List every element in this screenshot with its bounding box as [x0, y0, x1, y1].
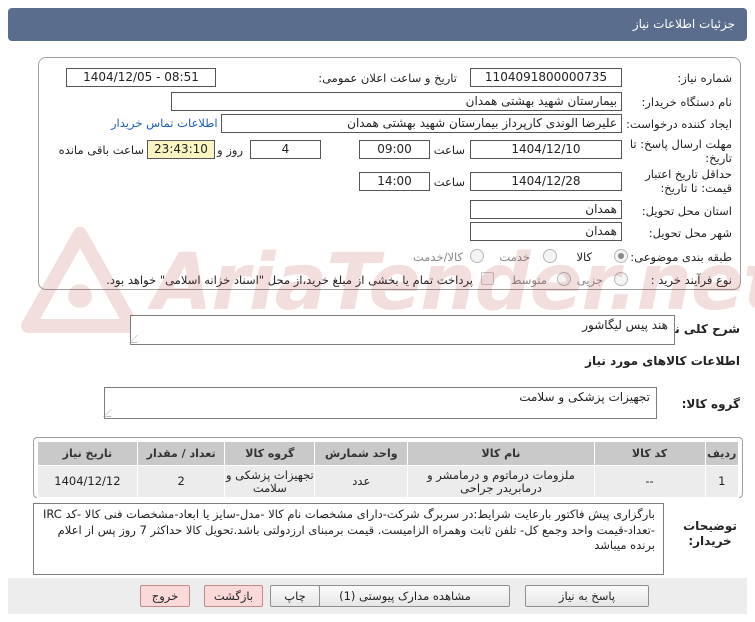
cell-name: ملزومات درماتوم و درمامشر و درمابریدر جر… — [407, 465, 595, 498]
treasury-payment-checkbox[interactable] — [481, 272, 494, 285]
days-label: روز و — [217, 143, 243, 157]
need-number-field: 1104091800000735 — [470, 68, 622, 87]
col-name: نام کالا — [407, 441, 595, 466]
col-group: گروه کالا — [224, 441, 316, 466]
col-date: تاریخ نیاز — [37, 441, 138, 466]
process-minor-radio[interactable] — [614, 272, 628, 286]
print-button[interactable]: چاپ — [270, 585, 320, 607]
treasury-payment-note: پرداخت تمام یا بخشی از مبلغ خرید،از محل … — [106, 273, 473, 287]
need-number-label: شماره نیاز: — [677, 71, 732, 85]
province-label: استان محل تحویل: — [641, 204, 732, 218]
summary-field: هند پیس لیگاشور — [129, 315, 675, 345]
category-service-label: خدمت — [499, 250, 530, 264]
creator-field: علیرضا الوندی کارپرداز بیمارستان شهید به… — [221, 114, 622, 133]
city-field: همدان — [470, 222, 622, 241]
exit-button[interactable]: خروج — [140, 585, 190, 607]
category-goods-label: کالا — [576, 250, 592, 264]
buyer-notes-label: توضیحات خریدار: — [683, 519, 737, 548]
reply-button[interactable]: پاسخ به نیاز — [525, 585, 649, 607]
cell-group: تجهیزات پزشکی و سلامت — [224, 465, 316, 498]
items-table: ردیف کد کالا نام کالا واحد شمارش گروه کا… — [37, 441, 739, 498]
deadline-time-field: 09:00 — [359, 140, 430, 159]
category-label: طبقه بندی موضوعی: — [630, 250, 732, 264]
cell-qty: 2 — [136, 465, 226, 498]
view-attachments-button[interactable]: مشاهده مدارک پیوستی (1) — [300, 585, 510, 607]
announce-date-field: 1404/12/05 - 08:51 — [66, 68, 216, 87]
col-unit: واحد شمارش — [314, 441, 409, 466]
buyer-label: نام دستگاه خریدار: — [641, 95, 732, 109]
process-label: نوع فرآیند خرید : — [650, 273, 732, 287]
goods-group-text: تجهیزات پزشکی و سلامت — [519, 390, 650, 404]
deadline-label-line2: تاریخ: — [705, 151, 732, 165]
col-row: ردیف — [704, 441, 739, 466]
remaining-time-label: ساعت باقی مانده — [58, 143, 144, 157]
validity-time-label: ساعت — [433, 175, 465, 189]
validity-date-field: 1404/12/28 — [470, 172, 622, 191]
category-both-label: کالا/خدمت — [412, 250, 463, 264]
cell-date: 1404/12/12 — [37, 465, 138, 498]
buyer-field: بیمارستان شهید بهشتی همدان — [171, 92, 622, 111]
process-medium-label: متوسط — [510, 273, 547, 287]
deadline-time-label: ساعت — [433, 143, 465, 157]
goods-group-label: گروه کالا: — [681, 397, 740, 411]
creator-label: ایجاد کننده درخواست: — [626, 117, 732, 131]
cell-code: -- — [593, 465, 706, 498]
validity-label-line1: حداقل تاریخ اعتبار — [645, 167, 732, 181]
goods-group-field: تجهیزات پزشکی و سلامت — [103, 387, 657, 419]
city-label: شهر محل تحویل: — [648, 226, 732, 240]
page-header: جزئیات اطلاعات نیاز — [8, 8, 747, 41]
process-minor-label: جزیی — [576, 273, 603, 287]
goods-info-heading: اطلاعات کالاهای مورد نیاز — [585, 354, 740, 368]
resize-grip[interactable] — [129, 335, 145, 343]
table-header-row: ردیف کد کالا نام کالا واحد شمارش گروه کا… — [37, 441, 739, 466]
category-goods-radio[interactable] — [614, 249, 628, 263]
cell-unit: عدد — [314, 465, 409, 498]
remaining-days-field: 4 — [250, 140, 321, 159]
col-qty: تعداد / مقدار — [136, 441, 226, 466]
validity-time-field: 14:00 — [359, 172, 430, 191]
process-medium-radio[interactable] — [557, 272, 571, 286]
validity-label-line2: قیمت: تا تاریخ: — [660, 181, 732, 195]
page-title: جزئیات اطلاعات نیاز — [632, 17, 735, 31]
deadline-date-field: 1404/12/10 — [470, 140, 622, 159]
buyer-notes-field: بارگزاری پیش فاکتور بارعایت شرایط:در سرب… — [33, 503, 664, 575]
col-code: کد کالا — [593, 441, 706, 466]
province-field: همدان — [470, 200, 622, 219]
deadline-label-line1: مهلت ارسال پاسخ: تا — [629, 137, 732, 151]
category-both-radio[interactable] — [470, 249, 484, 263]
back-button[interactable]: بازگشت — [204, 585, 263, 607]
category-service-radio[interactable] — [543, 249, 557, 263]
cell-row: 1 — [704, 465, 739, 498]
table-row: 1 -- ملزومات درماتوم و درمامشر و درمابری… — [37, 465, 739, 498]
buyer-contact-link[interactable]: اطلاعات تماس خریدار — [111, 116, 218, 130]
summary-text: هند پیس لیگاشور — [582, 318, 668, 332]
announce-date-label: تاریخ و ساعت اعلان عمومی: — [318, 71, 457, 85]
remaining-time-field: 23:43:10 — [147, 140, 215, 159]
resize-grip[interactable] — [103, 409, 119, 417]
